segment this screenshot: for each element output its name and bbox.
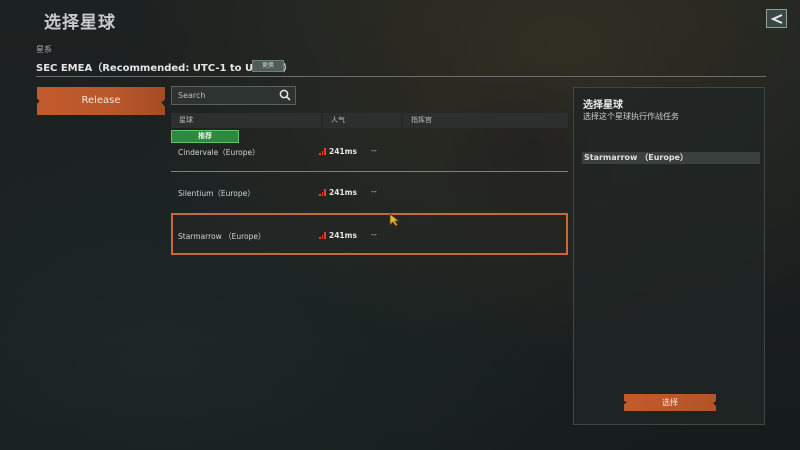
column-header-planet: 星球	[171, 113, 321, 128]
row-divider	[171, 171, 568, 172]
search-icon[interactable]	[279, 89, 291, 101]
page-title: 选择星球	[44, 13, 116, 33]
detail-title: 选择星球	[583, 100, 623, 111]
commander-value: --	[371, 230, 377, 239]
mouse-cursor-icon	[389, 213, 401, 227]
back-button[interactable]	[766, 9, 787, 28]
signal-strength-icon	[319, 189, 327, 196]
change-region-button[interactable]: 更换	[252, 60, 284, 72]
planet-detail-panel: 选择星球 选择这个星球执行作战任务 Starmarrow （Europe） 选择	[573, 87, 765, 425]
signal-strength-icon	[319, 232, 327, 239]
selected-planet-name: Starmarrow （Europe）	[582, 152, 760, 164]
signal-strength-icon	[319, 148, 327, 155]
header-divider	[36, 76, 766, 77]
table-row-starmarrow[interactable]: Starmarrow （Europe） 241ms --	[171, 213, 568, 255]
search-input[interactable]	[178, 90, 273, 101]
ping-value: 241ms	[319, 188, 357, 197]
planet-name: Starmarrow （Europe）	[178, 232, 266, 241]
commander-value: --	[371, 187, 377, 196]
detail-subtitle: 选择这个星球执行作战任务	[583, 112, 679, 121]
column-header-popularity: 人气	[323, 113, 401, 128]
select-button[interactable]: 选择	[624, 394, 716, 411]
ping-value: 241ms	[319, 147, 357, 156]
tab-release[interactable]: Release	[37, 87, 165, 115]
search-box[interactable]	[171, 86, 296, 105]
column-header-commander: 指挥官	[403, 113, 568, 128]
back-arrow-icon	[770, 13, 782, 24]
table-row-silentium[interactable]: Silentium（Europe） 241ms --	[171, 173, 568, 213]
ping-value: 241ms	[319, 231, 357, 240]
table-row-cindervale[interactable]: Cindervale（Europe） 241ms --	[171, 130, 568, 170]
planet-name: Cindervale（Europe）	[178, 148, 260, 157]
planet-name: Silentium（Europe）	[178, 189, 255, 198]
region-label: 星系	[36, 45, 52, 54]
commander-value: --	[371, 146, 377, 155]
